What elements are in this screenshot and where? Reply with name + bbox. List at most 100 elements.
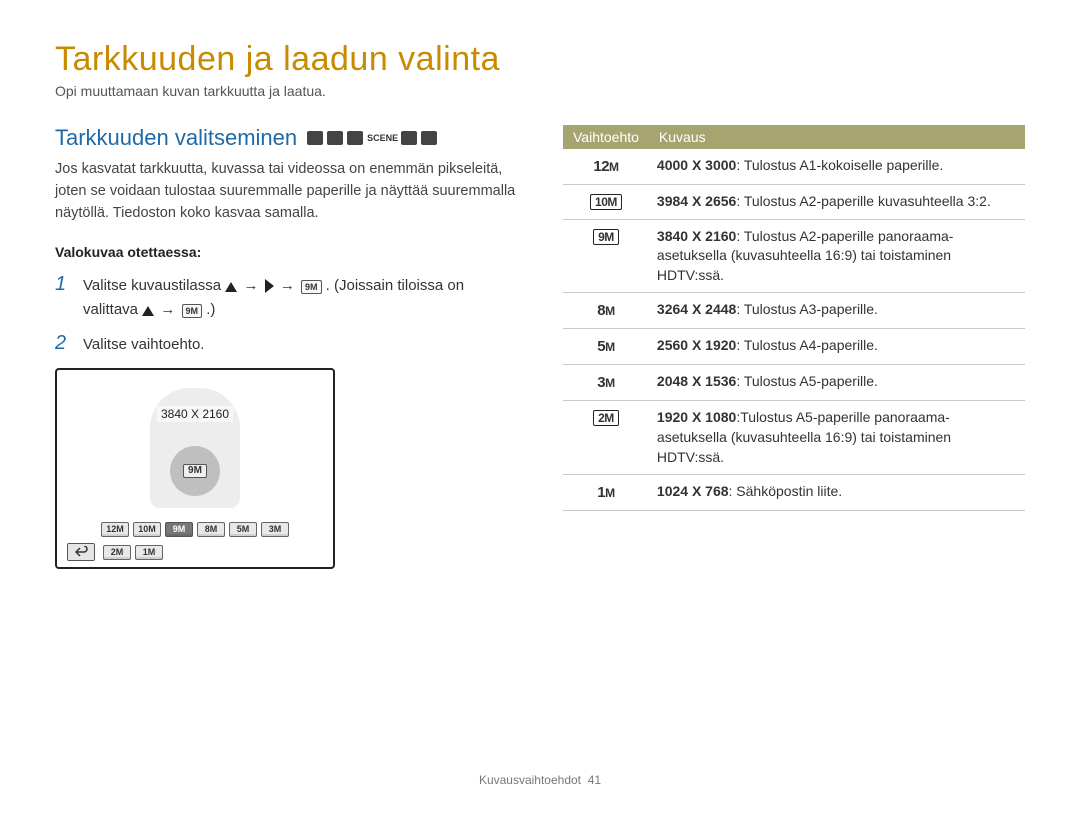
step-number: 2 [55, 333, 73, 356]
hand-icon [401, 131, 417, 145]
resolution-option-chip[interactable]: 9M [165, 522, 193, 537]
option-symbol-cell: 8M [563, 293, 649, 329]
option-symbol-cell: 9M [563, 219, 649, 293]
resolution-value: 4000 X 3000 [657, 157, 736, 173]
arrow-icon: → [158, 301, 177, 318]
resolution-option-chip[interactable]: 3M [261, 522, 289, 537]
arrow-icon: → [278, 277, 297, 294]
preview-resolution-label: 3840 X 2160 [157, 406, 233, 422]
scene-icon: SCENE [367, 131, 397, 145]
resolution-desc: : Tulostus A1-kokoiselle paperille. [736, 157, 943, 173]
option-symbol-cell: 12M [563, 149, 649, 185]
resolution-symbol-icon: 10M [590, 194, 622, 210]
table-head-desc: Kuvaus [649, 125, 1025, 149]
resolution-symbol-icon: 2M [593, 410, 619, 426]
step-2-text: Valitse vaihtoehto. [83, 333, 204, 356]
preview-row-1: 12M 10M 9M 8M 5M 3M [67, 522, 323, 537]
section-heading-row: Tarkkuuden valitseminen SCENE [55, 125, 517, 151]
preview-stage: 3840 X 2160 9M [67, 378, 323, 518]
resolution-option-chip[interactable]: 2M [103, 545, 131, 560]
step-number: 1 [55, 274, 73, 321]
page-title: Tarkkuuden ja laadun valinta [55, 40, 1025, 79]
resolution-option-chip[interactable]: 12M [101, 522, 129, 537]
options-table: Vaihtoehto Kuvaus 12M4000 X 3000: Tulost… [563, 125, 1025, 511]
mode-icon-row: SCENE [307, 131, 437, 145]
table-row: 10M 3984 X 2656: Tulostus A2-paperille ku… [563, 185, 1025, 220]
option-desc-cell: 4000 X 3000: Tulostus A1-kokoiselle pape… [649, 149, 1025, 185]
option-desc-cell: 3840 X 2160: Tulostus A2-paperille panor… [649, 219, 1025, 293]
table-row: 9M 3840 X 2160: Tulostus A2-paperille pan… [563, 219, 1025, 293]
resolution-symbol-icon: 1M [597, 484, 614, 501]
footer-page-number: 41 [588, 773, 601, 787]
resolution-symbol-icon: 3M [597, 374, 614, 391]
subhead: Valokuvaa otettaessa: [55, 244, 517, 260]
table-head-option: Vaihtoehto [563, 125, 649, 149]
table-row: 1M 1024 X 768: Sähköpostin liite. [563, 475, 1025, 511]
resolution-option-chip[interactable]: 1M [135, 545, 163, 560]
step-1-c: .) [206, 301, 215, 318]
option-desc-cell: 3984 X 2656: Tulostus A2-paperille kuvas… [649, 185, 1025, 220]
resolution-option-chip[interactable]: 10M [133, 522, 161, 537]
resolution-option-chip[interactable]: 8M [197, 522, 225, 537]
up-triangle-icon [225, 282, 237, 292]
resolution-chip-icon: 9M [301, 280, 322, 294]
preview-row-2: 2M 1M [103, 545, 163, 560]
table-row: 5M 2560 X 1920: Tulostus A4-paperille. [563, 329, 1025, 365]
table-row: 8M 3264 X 2448: Tulostus A3-paperille. [563, 293, 1025, 329]
back-button[interactable] [67, 543, 95, 561]
option-desc-cell: 1024 X 768: Sähköpostin liite. [649, 475, 1025, 511]
left-column: Tarkkuuden valitseminen SCENE Jos kasvat… [55, 125, 517, 569]
camera-icon [327, 131, 343, 145]
resolution-value: 3840 X 2160 [657, 228, 736, 244]
resolution-desc: : Tulostus A3-paperille. [736, 301, 878, 317]
video-icon [421, 131, 437, 145]
resolution-option-chip[interactable]: 5M [229, 522, 257, 537]
resolution-value: 1024 X 768 [657, 483, 729, 499]
resolution-symbol-icon: 9M [593, 229, 619, 245]
up-triangle-icon [142, 306, 154, 316]
table-row: 3M 2048 X 1536: Tulostus A5-paperille. [563, 365, 1025, 401]
resolution-value: 2048 X 1536 [657, 373, 736, 389]
section-description: Jos kasvatat tarkkuutta, kuvassa tai vid… [55, 159, 517, 224]
table-row: 12M 4000 X 3000: Tulostus A1-kokoiselle p… [563, 149, 1025, 185]
resolution-symbol-icon: 8M [597, 302, 614, 319]
preview-screen: 3840 X 2160 9M 12M 10M 9M 8M 5M 3M 2M 1M [55, 368, 335, 569]
section-heading: Tarkkuuden valitseminen [55, 125, 297, 151]
camera-icon [307, 131, 323, 145]
resolution-desc: : Tulostus A4-paperille. [736, 337, 878, 353]
resolution-desc: : Sähköpostin liite. [729, 483, 843, 499]
page-intro: Opi muuttamaan kuvan tarkkuutta ja laatu… [55, 83, 1025, 99]
resolution-desc: : Tulostus A2-paperille kuvasuhteella 3:… [736, 193, 991, 209]
preview-center-badge: 9M [170, 446, 220, 496]
step-1: 1 Valitse kuvaustilassa → → 9M . (Joissa… [55, 274, 517, 321]
back-arrow-icon [74, 546, 88, 558]
resolution-value: 2560 X 1920 [657, 337, 736, 353]
option-symbol-cell: 1M [563, 475, 649, 511]
page-footer: Kuvausvaihtoehdot 41 [0, 773, 1080, 787]
option-desc-cell: 2560 X 1920: Tulostus A4-paperille. [649, 329, 1025, 365]
step-1-text: Valitse kuvaustilassa → → 9M . (Joissain… [83, 274, 517, 321]
resolution-symbol-icon: 5M [597, 338, 614, 355]
option-desc-cell: 2048 X 1536: Tulostus A5-paperille. [649, 365, 1025, 401]
resolution-value: 3264 X 2448 [657, 301, 736, 317]
resolution-chip-icon: 9M [182, 304, 203, 318]
table-row: 2M 1920 X 1080:Tulostus A5-paperille pano… [563, 401, 1025, 475]
resolution-desc: : Tulostus A5-paperille. [736, 373, 878, 389]
right-triangle-icon [265, 279, 274, 293]
option-symbol-cell: 2M [563, 401, 649, 475]
resolution-value: 3984 X 2656 [657, 193, 736, 209]
resolution-symbol-icon: 12M [593, 158, 618, 175]
badge-value: 9M [183, 464, 207, 478]
option-desc-cell: 1920 X 1080:Tulostus A5-paperille panora… [649, 401, 1025, 475]
camera-icon [347, 131, 363, 145]
option-symbol-cell: 5M [563, 329, 649, 365]
step-2: 2 Valitse vaihtoehto. [55, 333, 517, 356]
option-desc-cell: 3264 X 2448: Tulostus A3-paperille. [649, 293, 1025, 329]
option-symbol-cell: 3M [563, 365, 649, 401]
arrow-icon: → [241, 277, 260, 294]
right-column: Vaihtoehto Kuvaus 12M4000 X 3000: Tulost… [563, 125, 1025, 569]
step-1-a: Valitse kuvaustilassa [83, 277, 225, 294]
footer-section: Kuvausvaihtoehdot [479, 773, 581, 787]
option-symbol-cell: 10M [563, 185, 649, 220]
resolution-value: 1920 X 1080 [657, 409, 736, 425]
